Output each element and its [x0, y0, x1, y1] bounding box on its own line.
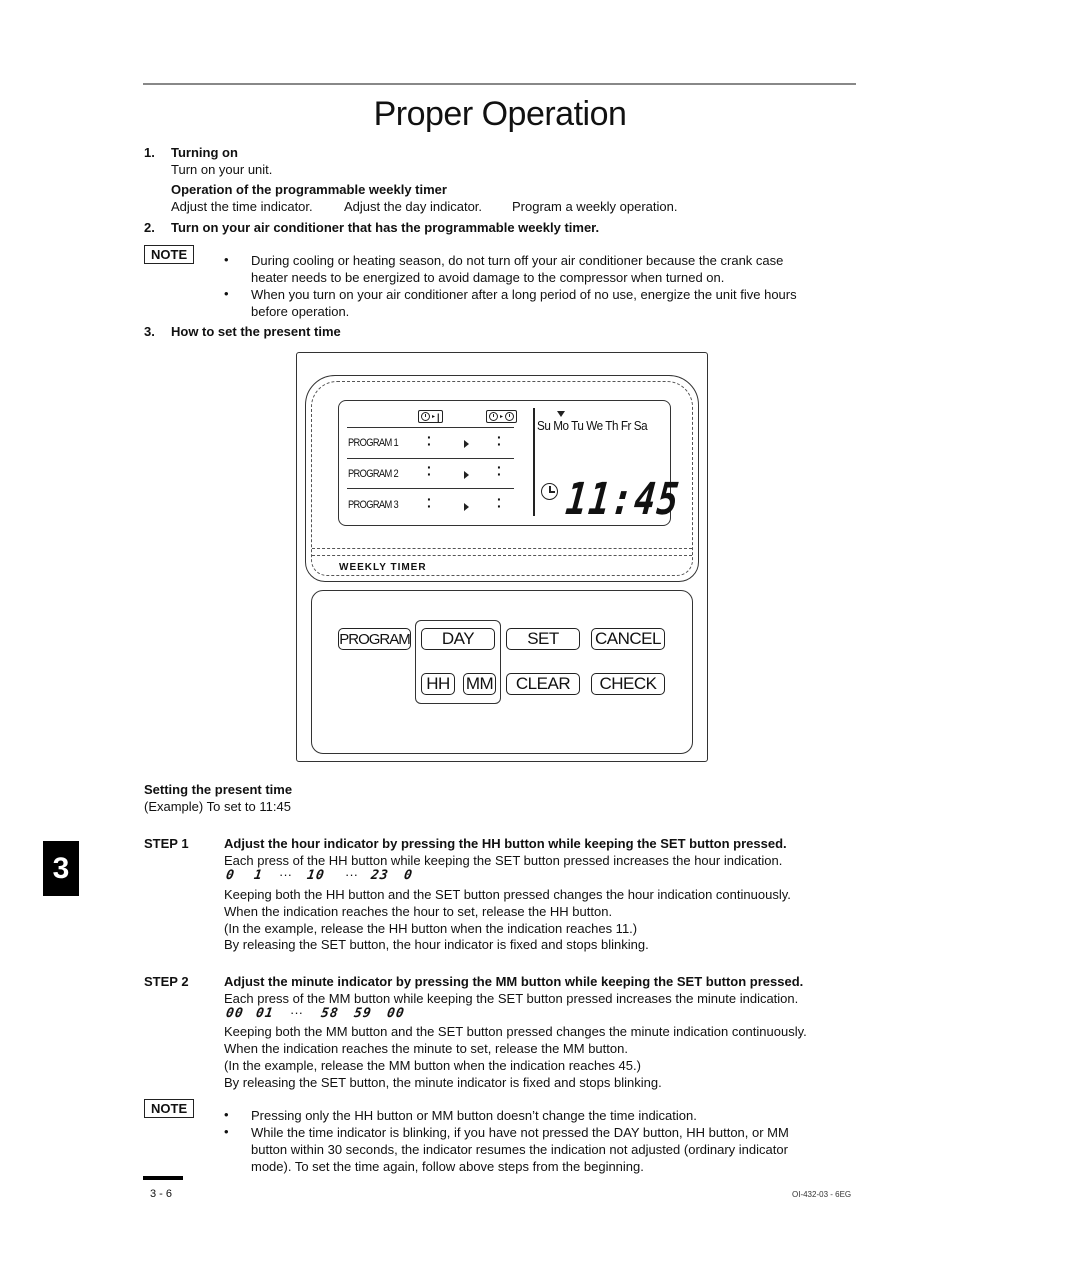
section2-heading: Turn on your air conditioner that has th… — [171, 220, 600, 235]
note1-line-4: before operation. — [251, 304, 350, 319]
step1-line-5: By releasing the SET button, the hour in… — [224, 937, 649, 952]
section1-heading: Turning on — [171, 145, 238, 160]
bullet: • — [224, 1107, 229, 1122]
hour-seq-1: 1 — [252, 868, 264, 883]
arrow-icon — [464, 440, 469, 448]
minute-seq-ellipsis: ··· — [290, 1005, 303, 1020]
clock-icon — [489, 412, 498, 421]
step2-line-5: By releasing the SET button, the minute … — [224, 1075, 662, 1090]
timer-off-indicator: ▸ — [486, 410, 518, 423]
clear-button[interactable]: CLEAR — [506, 673, 580, 695]
hh-button[interactable]: HH — [421, 673, 455, 695]
lcd-row-divider — [347, 488, 514, 489]
note2-line-1: Pressing only the HH button or MM button… — [251, 1108, 697, 1123]
colon: · · — [497, 429, 502, 452]
minute-seq-01: 01 — [254, 1006, 275, 1021]
step1-label: STEP 1 — [144, 836, 189, 851]
hour-seq-0: 0 — [224, 868, 236, 883]
selected-day-marker — [557, 411, 565, 417]
program-1-label: PROGRAM 1 — [348, 437, 399, 449]
clock-icon — [541, 483, 558, 500]
colon: · · — [497, 491, 502, 514]
hour-seq-10: 10 — [305, 868, 326, 883]
step1-heading: Adjust the hour indicator by pressing th… — [224, 836, 787, 851]
section1-step-1: Adjust the time indicator. — [171, 199, 313, 214]
note1-line-1: During cooling or heating season, do not… — [251, 253, 784, 268]
minute-seq-00: 00 — [224, 1006, 245, 1021]
mm-button[interactable]: MM — [463, 673, 496, 695]
colon: · · — [427, 459, 432, 482]
note1-line-2: heater needs to be energized to avoid da… — [251, 270, 725, 285]
step2-line-2: Keeping both the MM button and the SET b… — [224, 1024, 807, 1039]
page-title: Proper Operation — [373, 95, 627, 133]
off-icon — [505, 412, 515, 421]
hour-seq-ellipsis: ··· — [345, 867, 358, 882]
section1-text: Turn on your unit. — [171, 162, 273, 177]
note-label: NOTE — [144, 1099, 195, 1118]
step1-line-3: When the indication reaches the hour to … — [224, 904, 613, 919]
program-2-label: PROGRAM 2 — [348, 468, 399, 480]
set-button[interactable]: SET — [506, 628, 580, 650]
colon: · · — [497, 459, 502, 482]
setting-heading: Setting the present time — [144, 782, 293, 797]
section3-heading: How to set the present time — [171, 324, 341, 339]
step2-line-1: Each press of the MM button while keepin… — [224, 991, 799, 1006]
section3-number: 3. — [144, 324, 155, 339]
section1-number: 1. — [144, 145, 155, 160]
hour-seq-0-end: 0 — [402, 868, 414, 883]
cancel-button[interactable]: CANCEL — [591, 628, 665, 650]
setting-example: (Example) To set to 11:45 — [144, 799, 291, 814]
top-rule — [143, 83, 856, 85]
step1-line-4: (In the example, release the HH button w… — [224, 921, 638, 936]
time-display: 11:45 — [563, 474, 683, 525]
minute-seq-00-end: 00 — [385, 1006, 406, 1021]
step1-line-1: Each press of the HH button while keepin… — [224, 853, 783, 868]
footer-bar — [143, 1176, 183, 1180]
program-3-label: PROGRAM 3 — [348, 499, 399, 511]
minute-seq-58: 58 — [319, 1006, 340, 1021]
note2-line-3: button within 30 seconds, the indicator … — [251, 1142, 788, 1157]
check-button[interactable]: CHECK — [591, 673, 665, 695]
bullet: • — [224, 252, 229, 267]
minute-seq-59: 59 — [352, 1006, 373, 1021]
step2-line-3: When the indication reaches the minute t… — [224, 1041, 628, 1056]
chapter-tab: 3 — [43, 841, 79, 896]
note2-line-4: mode). To set the time again, follow abo… — [251, 1159, 644, 1174]
hour-seq-ellipsis: ··· — [279, 867, 292, 882]
weekly-timer-label: WEEKLY TIMER — [339, 562, 427, 573]
arrow-icon — [464, 471, 469, 479]
page-number: 3 - 6 — [150, 1188, 173, 1200]
day-button[interactable]: DAY — [421, 628, 495, 650]
step2-label: STEP 2 — [144, 974, 189, 989]
section2-number: 2. — [144, 220, 155, 235]
step2-line-4: (In the example, release the MM button w… — [224, 1058, 641, 1073]
timer-on-indicator: ▸ | — [418, 410, 443, 423]
step2-heading: Adjust the minute indicator by pressing … — [224, 974, 804, 989]
lcd-divider — [533, 408, 535, 516]
section1-subheading: Operation of the programmable weekly tim… — [171, 182, 447, 197]
bullet: • — [224, 1124, 229, 1139]
clock-icon — [421, 412, 430, 421]
section1-step-2: Adjust the day indicator. — [344, 199, 483, 214]
document-code: OI-432-03 - 6EG — [792, 1190, 852, 1199]
program-button[interactable]: PROGRAM — [338, 628, 411, 650]
button-panel — [311, 590, 693, 754]
colon: · · — [427, 429, 432, 452]
hour-seq-23: 23 — [369, 868, 390, 883]
colon: · · — [427, 491, 432, 514]
note-label: NOTE — [144, 245, 195, 264]
day-indicator: Su Mo Tu We Th Fr Sa — [537, 418, 648, 433]
arrow-icon — [464, 503, 469, 511]
dashed-strip — [312, 548, 692, 556]
note1-line-3: When you turn on your air conditioner af… — [251, 287, 797, 302]
step1-line-2: Keeping both the HH button and the SET b… — [224, 887, 791, 902]
section1-step-3: Program a weekly operation. — [512, 199, 678, 214]
note2-line-2: While the time indicator is blinking, if… — [251, 1125, 789, 1140]
lcd-row-divider — [347, 427, 514, 428]
bullet: • — [224, 286, 229, 301]
